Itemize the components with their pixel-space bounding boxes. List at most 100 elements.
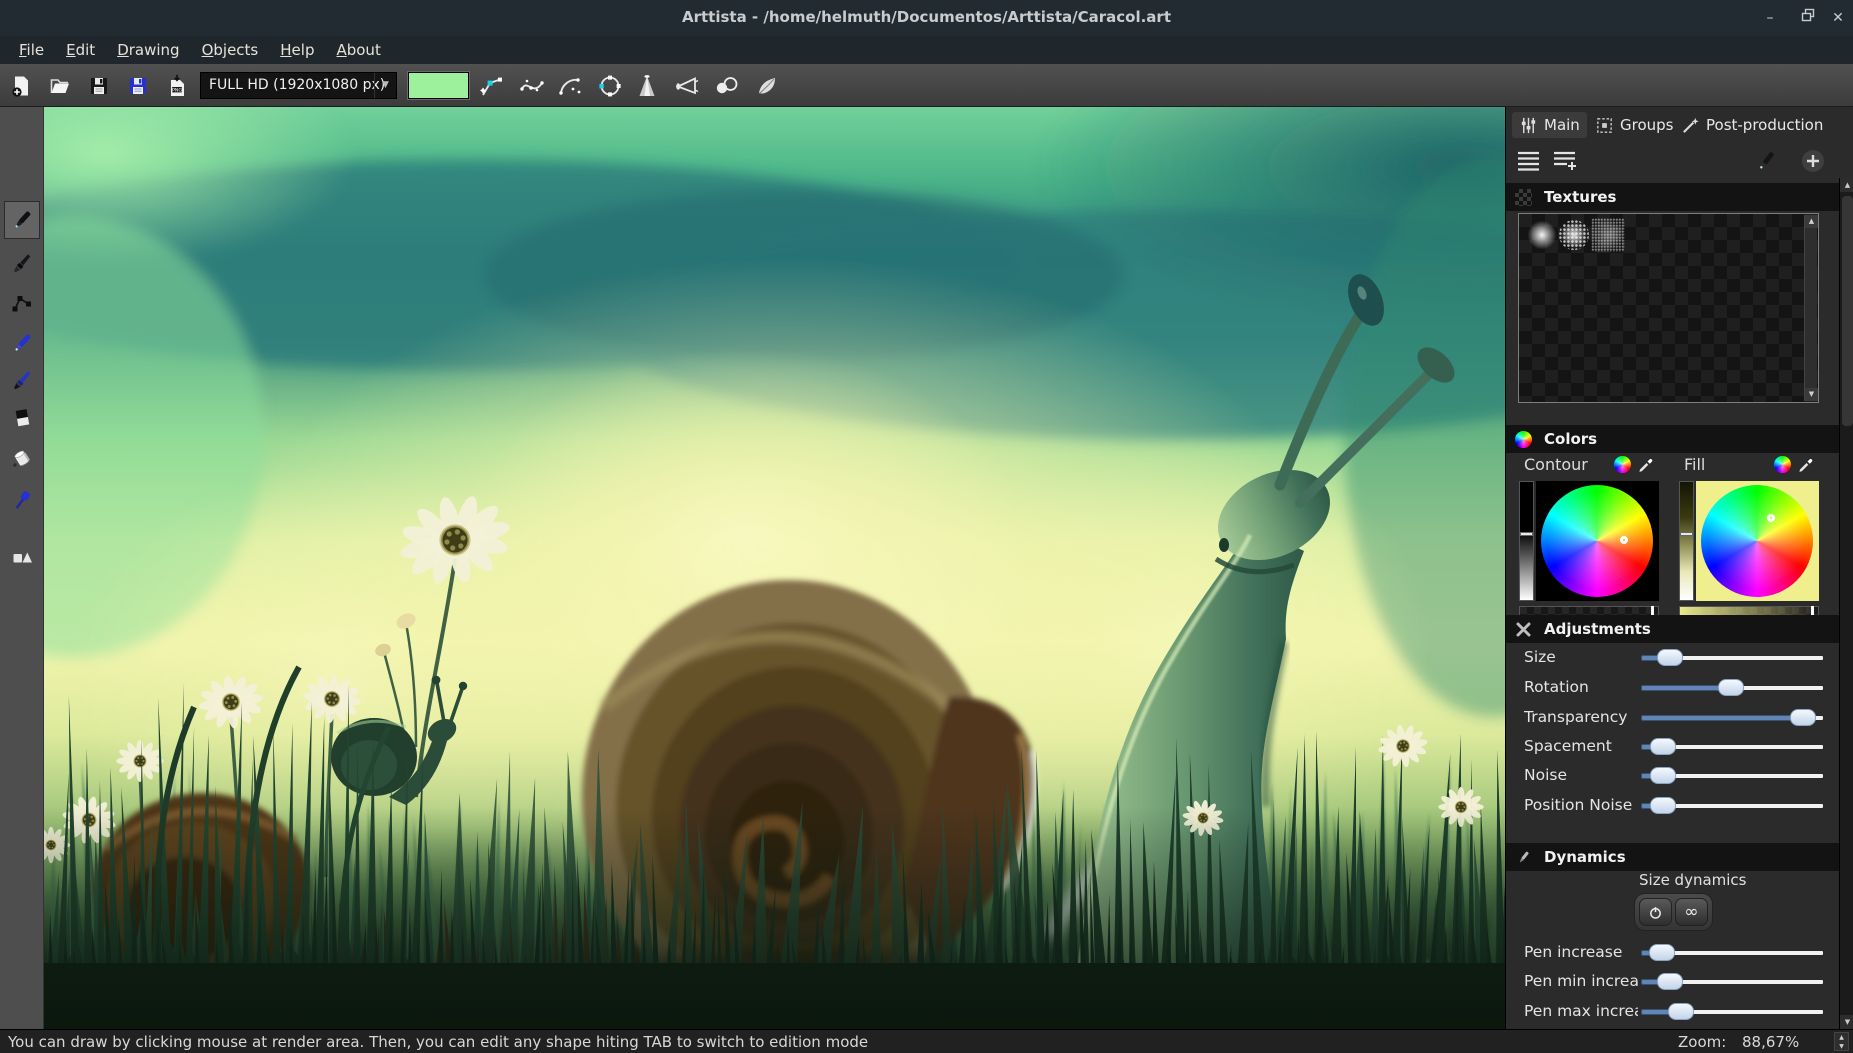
open-folder-icon (48, 74, 72, 98)
texture-thumb-soft[interactable] (1527, 220, 1557, 250)
panel-scroll-down-icon[interactable]: ▼ (1840, 1015, 1853, 1029)
app-window: Arttista - /home/helmuth/Documentos/Artt… (0, 0, 1853, 1053)
texture-thumb-grain[interactable] (1559, 220, 1589, 250)
menu-edit[interactable]: Edit (57, 39, 104, 61)
polyline-tool-button[interactable] (474, 71, 508, 101)
circles-tool-button[interactable] (709, 71, 743, 101)
spacement-label: Spacement (1524, 737, 1638, 755)
pen-max-increase-slider-handle[interactable] (1668, 1003, 1694, 1020)
canvas-size-select[interactable]: FULL HD (1920x1080 px) ▼ (200, 72, 397, 99)
tool-shapes[interactable] (4, 536, 40, 574)
minimize-button[interactable]: – (1760, 8, 1780, 28)
tool-blue-brush[interactable] (4, 361, 40, 399)
tab-main[interactable]: Main (1512, 112, 1587, 138)
pen-max-increase-slider[interactable] (1641, 1005, 1824, 1019)
fill-color-wheel[interactable] (1701, 485, 1813, 597)
panel-pen-button[interactable] (1751, 147, 1781, 175)
rotation-slider-handle[interactable] (1718, 679, 1744, 696)
tool-eraser[interactable] (4, 399, 40, 437)
scroll-up-icon[interactable]: ▲ (1805, 215, 1818, 228)
contour-color-marker[interactable] (1620, 536, 1628, 544)
size-slider-handle[interactable] (1657, 649, 1683, 666)
adjustments-header[interactable]: Adjustments (1506, 615, 1839, 643)
layer-list-button[interactable] (1514, 147, 1544, 175)
panel-scroll-up-icon[interactable]: ▲ (1840, 178, 1853, 192)
transparency-slider-handle[interactable] (1790, 709, 1816, 726)
fill-wheel-icon[interactable] (1774, 456, 1791, 473)
save-button[interactable] (84, 72, 114, 100)
contour-wheel-icon[interactable] (1614, 456, 1631, 473)
pen-increase-slider[interactable] (1641, 946, 1824, 960)
active-color-swatch[interactable] (408, 72, 469, 99)
properties-panel: Main Groups Post-production Textures (1505, 107, 1853, 1029)
tool-spatula[interactable] (4, 481, 40, 519)
contour-value-bar[interactable] (1519, 481, 1534, 601)
close-button[interactable]: ✕ (1828, 8, 1848, 28)
tab-groups[interactable]: Groups (1588, 112, 1680, 138)
panel-scrollbar[interactable]: ▲ ▼ (1839, 178, 1853, 1029)
menu-file[interactable]: File (10, 39, 53, 61)
menu-objects[interactable]: Objects (193, 39, 268, 61)
maximize-button[interactable] (1798, 8, 1818, 28)
position-noise-slider-handle[interactable] (1650, 797, 1676, 814)
fill-value-marker[interactable] (1680, 532, 1693, 536)
power-toggle-button[interactable] (1639, 898, 1672, 926)
tool-node-editor[interactable] (4, 284, 40, 322)
noise-slider[interactable] (1641, 769, 1824, 783)
colors-header[interactable]: Colors (1506, 425, 1839, 453)
textures-header[interactable]: Textures (1506, 183, 1839, 211)
zoom-spinner[interactable]: ▲▼ (1834, 1032, 1849, 1051)
menu-drawing[interactable]: Drawing (108, 39, 188, 61)
size-slider[interactable] (1641, 651, 1824, 665)
fill-eyedropper-icon[interactable] (1798, 455, 1815, 472)
leaf-tool-button[interactable] (751, 71, 785, 101)
spacement-slider-handle[interactable] (1650, 738, 1676, 755)
contour-wheel-box[interactable] (1536, 481, 1659, 601)
contour-color-wheel[interactable] (1541, 485, 1653, 597)
arc-tool-button[interactable] (553, 71, 587, 101)
new-document-button[interactable] (6, 72, 36, 100)
tool-black-brush[interactable] (4, 244, 40, 282)
open-button[interactable] (45, 72, 75, 100)
menu-bar: File Edit Drawing Objects Help About (0, 36, 1853, 64)
colors-icon (1515, 431, 1532, 448)
tool-black-pen[interactable] (4, 201, 40, 239)
scroll-down-icon[interactable]: ▼ (1805, 388, 1818, 401)
ellipse-tool-button[interactable] (593, 71, 627, 101)
layer-list-add-button[interactable] (1550, 147, 1580, 175)
spacement-slider[interactable] (1641, 740, 1824, 754)
pen-increase-slider-handle[interactable] (1649, 944, 1675, 961)
restore-icon (1801, 8, 1815, 22)
contour-value-marker[interactable] (1520, 532, 1533, 536)
fill-wheel-box[interactable] (1696, 481, 1819, 601)
export-png-button[interactable]: PNG (162, 72, 192, 100)
contour-label: Contour (1524, 455, 1588, 474)
rotation-slider[interactable] (1641, 681, 1824, 695)
tool-roller-mug[interactable] (4, 439, 40, 477)
pen-min-increase-slider[interactable] (1641, 975, 1824, 989)
dynamics-header[interactable]: Dynamics (1506, 843, 1839, 871)
cone-tool-button[interactable] (630, 71, 664, 101)
texture-thumb-noise[interactable] (1591, 218, 1625, 252)
save-as-button[interactable] (123, 72, 153, 100)
pen-min-increase-slider-handle[interactable] (1657, 973, 1683, 990)
tool-blue-pen[interactable] (4, 324, 40, 362)
add-button[interactable] (1798, 147, 1828, 175)
texture-list[interactable]: ▲ ▼ (1518, 213, 1819, 403)
transparency-slider[interactable] (1641, 711, 1824, 725)
contour-eyedropper-icon[interactable] (1638, 455, 1655, 472)
tab-post-production[interactable]: Post-production (1674, 112, 1830, 138)
menu-about[interactable]: About (327, 39, 389, 61)
curve-tool-button[interactable] (515, 71, 549, 101)
panel-scroll-thumb[interactable] (1842, 196, 1853, 426)
fill-value-bar[interactable] (1679, 481, 1694, 601)
noise-slider-handle[interactable] (1650, 767, 1676, 784)
texture-scrollbar[interactable]: ▲ ▼ (1804, 215, 1817, 401)
fill-color-marker[interactable] (1767, 514, 1775, 522)
infinity-toggle-button[interactable]: ∞ (1675, 898, 1708, 926)
canvas-render-area[interactable] (44, 107, 1505, 1029)
position-noise-slider[interactable] (1641, 799, 1824, 813)
menu-help[interactable]: Help (271, 39, 323, 61)
blue-pen-icon (10, 331, 34, 355)
horn-tool-button[interactable] (670, 71, 704, 101)
